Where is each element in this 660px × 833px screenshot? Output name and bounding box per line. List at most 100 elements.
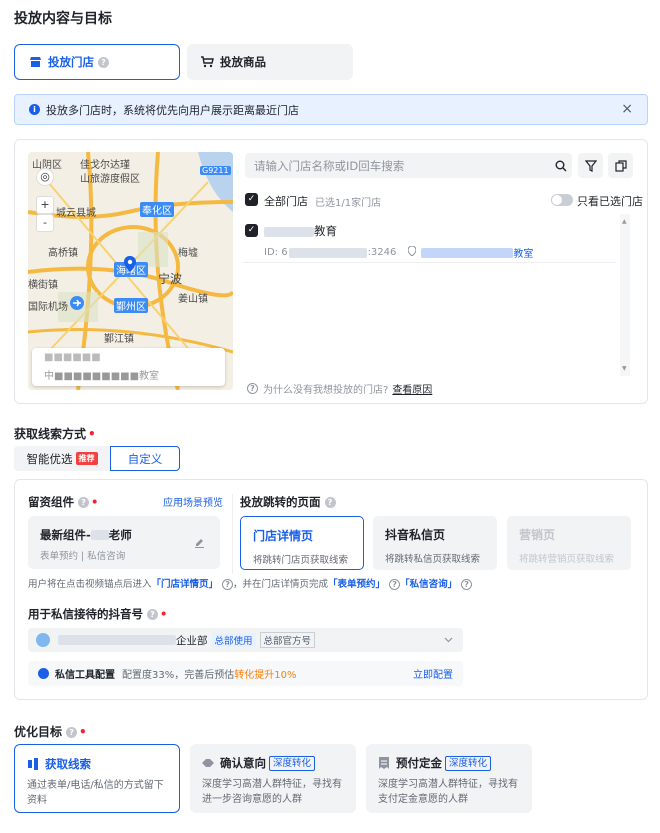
handshake-icon bbox=[202, 759, 214, 767]
map-label: 鄞州区 bbox=[114, 298, 148, 313]
map-store-name: ■■■■■■ bbox=[44, 352, 101, 363]
map-label: 奉化区 bbox=[140, 202, 174, 217]
divider bbox=[243, 262, 616, 263]
douyin-title: 用于私信接待的抖音号? • bbox=[28, 607, 168, 621]
funnel-icon bbox=[28, 758, 38, 770]
component-name: 最新组件- 老师 bbox=[40, 528, 132, 542]
lead-option-custom[interactable]: 自定义 bbox=[110, 446, 180, 471]
goal-option-lead[interactable]: 获取线索 通过表单/电话/私信的方式留下资料 bbox=[14, 744, 180, 813]
goal-option-deposit[interactable]: 预付定金 深度转化 深度学习高潜人群特征，寻找有支付定金意愿的人群 bbox=[366, 744, 532, 813]
why-text: 为什么没有我想投放的门店? bbox=[263, 385, 389, 396]
notice-text: 投放多门店时，系统将优先向用户展示距离最近门店 bbox=[46, 103, 299, 117]
component-title: 留资组件? • bbox=[28, 495, 99, 509]
goal-option-intent[interactable]: 确认意向 深度转化 深度学习高潜人群特征，寻找有进一步咨询意愿的人群 bbox=[190, 744, 356, 813]
map-label: 梅墟 bbox=[178, 248, 198, 259]
help-icon[interactable]: ? bbox=[147, 609, 158, 620]
store-id: ID: 6 bbox=[264, 247, 288, 258]
copy-icon[interactable] bbox=[608, 153, 633, 178]
chevron-down-icon bbox=[444, 637, 453, 643]
map-label: G9211 bbox=[200, 166, 231, 175]
store-name: 教育 bbox=[264, 223, 337, 239]
dm-tool-bar: 私信工具配置 配置度33%，完善后预估 转化提升10% 立即配置 bbox=[28, 661, 463, 686]
tag-hq-official: 总部官方号 bbox=[259, 632, 316, 648]
zoom-in-button[interactable]: + bbox=[36, 196, 54, 214]
map-label: 山旅游度假区 bbox=[80, 174, 140, 185]
scrollbar[interactable]: ▲ ▼ bbox=[620, 214, 630, 376]
jump-option-dm[interactable]: 抖音私信页 将跳转私信页获取线索 bbox=[373, 516, 497, 570]
hint-link-store[interactable]: 「门店详情页」 bbox=[152, 579, 219, 590]
help-icon[interactable]: ? bbox=[98, 56, 109, 68]
help-icon[interactable]: ? bbox=[78, 497, 89, 508]
receipt-icon bbox=[379, 757, 389, 769]
configure-now-link[interactable]: 立即配置 bbox=[413, 666, 453, 681]
search-icon[interactable] bbox=[548, 153, 573, 178]
jump-option-store[interactable]: 门店详情页 将跳转门店页获取线索 bbox=[240, 516, 364, 570]
jump-hint: 用户将在点击视频锚点后进入「门店详情页」? ，并在门店详情页完成「表单预约」? 「私… bbox=[28, 576, 473, 590]
close-icon[interactable]: × bbox=[621, 101, 633, 117]
location-pin-icon[interactable] bbox=[124, 256, 136, 272]
store-checkbox[interactable]: ✓ bbox=[245, 224, 258, 237]
only-selected-toggle[interactable] bbox=[551, 194, 573, 206]
map-label: 姜山镇 bbox=[178, 294, 208, 305]
component-card[interactable]: 最新组件- 老师 表单预约 | 私信咨询 bbox=[28, 516, 220, 569]
map-label: 佳戈尔达瑾 bbox=[80, 160, 130, 171]
selected-count: 已选1/1家门店 bbox=[315, 198, 382, 209]
store-meta: ID: 6 :3246 教室 bbox=[264, 245, 534, 260]
deep-conversion-tag: 深度转化 bbox=[445, 755, 492, 771]
store-address[interactable]: 教室 bbox=[513, 245, 533, 260]
goal-title: 优化目标? • bbox=[14, 725, 87, 739]
locate-icon[interactable]: ◎ bbox=[36, 168, 54, 186]
hint-link-form[interactable]: 「表单预约」 bbox=[328, 579, 385, 590]
help-icon[interactable]: ? bbox=[324, 497, 336, 508]
conversion-uplift: 转化提升10% bbox=[234, 670, 297, 681]
lead-option-smart[interactable]: 智能优选 推荐 bbox=[14, 446, 110, 471]
divider bbox=[232, 494, 233, 574]
component-sub: 表单预约 | 私信咨询 bbox=[40, 551, 126, 562]
map-store-address: 中■■■■■■■■■教室 bbox=[44, 371, 160, 382]
map-store-card[interactable]: ■■■■■■ 中■■■■■■■■■教室 bbox=[32, 348, 225, 386]
why-link[interactable]: 查看原因 bbox=[392, 381, 432, 396]
select-all-checkbox[interactable]: ✓ bbox=[245, 193, 258, 206]
chat-icon bbox=[38, 668, 49, 679]
map-label: 横街镇 bbox=[28, 280, 58, 291]
airport-icon bbox=[70, 296, 84, 310]
recommend-badge: 推荐 bbox=[75, 452, 98, 465]
notice-bar: i 投放多门店时，系统将优先向用户展示距离最近门店 × bbox=[14, 94, 648, 125]
page-title: 投放内容与目标 bbox=[14, 11, 112, 27]
avatar bbox=[36, 633, 50, 647]
map-label: 鄞江镇 bbox=[104, 334, 134, 345]
jump-option-marketing: 营销页 将跳转营销页获取线索 bbox=[507, 516, 631, 570]
dm-tool-title: 私信工具配置 bbox=[55, 670, 115, 681]
select-all-label: 全部门店 bbox=[264, 195, 308, 208]
map-label: 高桥镇 bbox=[48, 248, 78, 259]
map-label: 城云县城 bbox=[56, 208, 96, 219]
lead-title: 获取线索方式 • bbox=[14, 427, 96, 441]
store-map[interactable]: 山阴区 佳戈尔达瑾 山旅游度假区 G9211 城云县城 国际机场 宁波 海曙区 … bbox=[28, 152, 233, 390]
only-selected-label: 只看已选门店 bbox=[577, 195, 643, 208]
tab-store[interactable]: 投放门店 ? bbox=[14, 44, 180, 80]
jump-title: 投放跳转的页面? bbox=[240, 494, 336, 510]
info-icon: i bbox=[29, 104, 40, 115]
map-label: 宁波 bbox=[158, 272, 183, 286]
location-icon bbox=[407, 245, 417, 259]
scene-preview-link[interactable]: 应用场景预览 bbox=[163, 494, 223, 509]
map-label: 国际机场 bbox=[28, 302, 68, 313]
required-mark: • bbox=[88, 427, 96, 441]
cart-icon bbox=[201, 56, 214, 68]
account-name: 企业部 bbox=[176, 634, 208, 647]
zoom-out-button[interactable]: - bbox=[36, 214, 54, 232]
tab-store-label: 投放门店 bbox=[48, 55, 94, 69]
edit-icon[interactable] bbox=[194, 537, 205, 548]
douyin-account-select[interactable]: 企业部 总部使用 总部官方号 bbox=[28, 628, 463, 652]
tab-product[interactable]: 投放商品 bbox=[187, 44, 353, 80]
why-missing: ? 为什么没有我想投放的门店? 查看原因 bbox=[247, 381, 432, 396]
help-icon[interactable]: ? bbox=[66, 727, 78, 738]
store-icon bbox=[29, 56, 42, 68]
filter-icon[interactable] bbox=[578, 153, 603, 178]
hint-link-dm[interactable]: 「私信咨询」 bbox=[400, 579, 457, 590]
deep-conversion-tag: 深度转化 bbox=[269, 755, 316, 771]
search-placeholder: 请输入门店名称或ID回车搜索 bbox=[254, 158, 405, 173]
store-search-input[interactable]: 请输入门店名称或ID回车搜索 bbox=[245, 153, 572, 178]
question-icon: ? bbox=[247, 383, 258, 394]
tab-product-label: 投放商品 bbox=[220, 55, 266, 69]
